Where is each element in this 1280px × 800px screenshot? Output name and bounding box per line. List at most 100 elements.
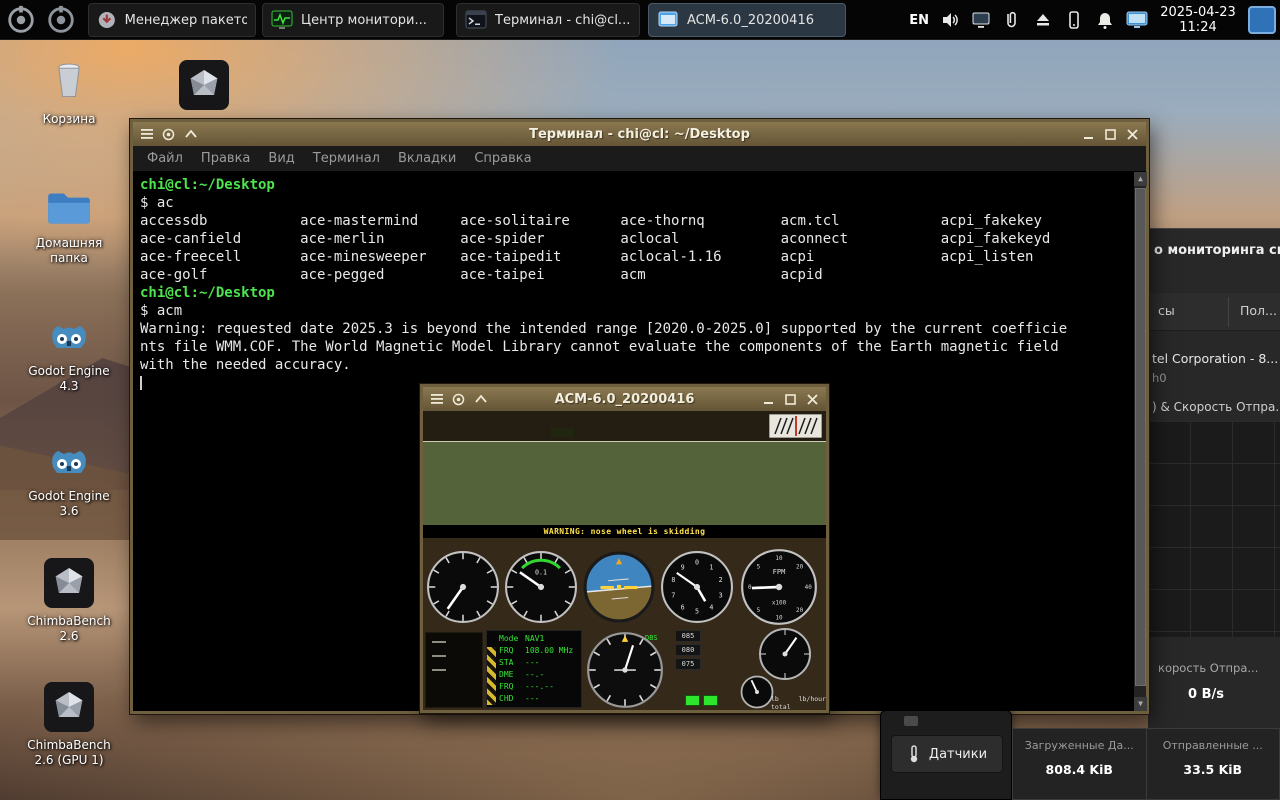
desktop-icon-home[interactable]: Домашняяпапка bbox=[23, 184, 115, 266]
svg-text:20: 20 bbox=[796, 564, 804, 571]
window-menu-icon[interactable] bbox=[429, 392, 444, 407]
network-device-name: tel Corporation - 8... bbox=[1152, 351, 1278, 366]
svg-text:0: 0 bbox=[695, 558, 699, 566]
desktop-icon-trash[interactable]: Корзина bbox=[23, 56, 115, 127]
svg-text:10: 10 bbox=[775, 615, 783, 622]
terminal-scrollbar[interactable]: ▲ ▼ bbox=[1133, 172, 1146, 711]
downloaded-value: 808.4 KiB bbox=[1013, 762, 1146, 777]
terminal-icon bbox=[465, 9, 487, 31]
display-settings-icon[interactable] bbox=[971, 10, 991, 30]
clock-time: 11:24 bbox=[1159, 20, 1237, 35]
desktop-icon-godot-43[interactable]: Godot Engine4.3 bbox=[23, 310, 115, 394]
acm-window: ACM-6.0_20200416 WARNING: nose wheel is … bbox=[420, 384, 829, 713]
uploaded-stat: Отправленные ... 33.5 KiB bbox=[1146, 729, 1280, 799]
compass bbox=[586, 631, 664, 709]
clock[interactable]: 2025-04-23 11:24 bbox=[1159, 5, 1237, 35]
maximize-button[interactable] bbox=[1103, 127, 1118, 142]
graph-section-header: ) & Скорость Отпра... bbox=[1152, 400, 1280, 414]
acm-titlebar[interactable]: ACM-6.0_20200416 bbox=[423, 387, 826, 411]
uploaded-value: 33.5 KiB bbox=[1147, 762, 1280, 777]
svg-text:1: 1 bbox=[709, 564, 713, 572]
menu-help[interactable]: Справка bbox=[474, 151, 531, 166]
volume-icon[interactable] bbox=[940, 10, 960, 30]
scroll-up-arrow[interactable]: ▲ bbox=[1134, 172, 1147, 186]
desktop-icon-label: ChimbaBench2.6 (GPU 1) bbox=[27, 738, 110, 768]
metal-gem-icon bbox=[44, 558, 94, 608]
completion-line: ace-canfield ace-merlin ace-spider acloc… bbox=[140, 230, 1126, 248]
system-tray: EN 2025-04-23 11:24 bbox=[909, 0, 1276, 40]
show-desktop-button[interactable] bbox=[1248, 6, 1276, 34]
desktop-icon-label: Домашняяпапка bbox=[36, 236, 102, 266]
eject-media-icon[interactable] bbox=[1033, 10, 1053, 30]
device-icon[interactable] bbox=[1064, 10, 1084, 30]
monitor-tray-icon[interactable] bbox=[1126, 10, 1148, 30]
menu-tabs[interactable]: Вкладки bbox=[398, 151, 456, 166]
fuel-flow-gauge bbox=[739, 674, 775, 710]
tde-logo-icon bbox=[5, 4, 37, 36]
session-icon[interactable] bbox=[451, 392, 466, 407]
monitor-tabs: сы Пол... bbox=[1148, 293, 1280, 331]
svg-text:3: 3 bbox=[719, 591, 723, 599]
clipboard-icon[interactable] bbox=[1002, 10, 1022, 30]
tachometer: 0.1 bbox=[504, 550, 578, 624]
terminal-menubar: Файл Правка Вид Терминал Вкладки Справка bbox=[133, 146, 1146, 172]
completion-line: ace-golf ace-pegged ace-taipei acm acpid bbox=[140, 266, 1126, 284]
sensors-button-label: Датчики bbox=[929, 747, 987, 762]
menu-terminal[interactable]: Терминал bbox=[313, 151, 380, 166]
downloaded-stat: Загруженные Да... 808.4 KiB bbox=[1013, 729, 1146, 799]
window-menu-icon[interactable] bbox=[139, 127, 154, 142]
shade-up-icon[interactable] bbox=[473, 392, 488, 407]
app-menu-button-2[interactable] bbox=[42, 3, 80, 37]
svg-text:40: 40 bbox=[805, 584, 813, 591]
system-monitor-icon bbox=[271, 9, 293, 31]
menu-edit[interactable]: Правка bbox=[201, 151, 250, 166]
scroll-down-arrow[interactable]: ▼ bbox=[1134, 697, 1147, 711]
svg-text:FPM: FPM bbox=[773, 567, 786, 576]
tab-resources[interactable]: сы bbox=[1158, 303, 1175, 318]
shade-up-icon[interactable] bbox=[183, 127, 198, 142]
keyboard-layout-indicator[interactable]: EN bbox=[909, 13, 929, 28]
minimize-button[interactable] bbox=[1081, 127, 1096, 142]
shell-prompt: chi@cl:~/Desktop bbox=[140, 177, 275, 193]
desktop-icon-label: Godot Engine3.6 bbox=[28, 489, 109, 519]
package-manager-icon bbox=[97, 9, 117, 31]
notifications-bell-icon[interactable] bbox=[1095, 10, 1115, 30]
taskbar-item-package-manager[interactable]: Менеджер пакето... bbox=[88, 3, 256, 37]
taskbar-item-terminal[interactable]: Терминал - chi@cl... bbox=[456, 3, 640, 37]
vertical-speed-indicator: FPM x100 0 5 10 20 40 20 10 5 bbox=[740, 548, 818, 626]
metal-gem-icon bbox=[44, 682, 94, 732]
dbs-label: DBS bbox=[645, 634, 658, 642]
tab-users[interactable]: Пол... bbox=[1240, 303, 1277, 318]
desktop-icon-label: Godot Engine4.3 bbox=[28, 364, 109, 394]
terminal-titlebar[interactable]: Терминал - chi@cl: ~/Desktop bbox=[133, 122, 1146, 146]
desktop-icon-chimbabench[interactable]: ChimbaBench2.6 bbox=[23, 558, 115, 644]
slip-indicator bbox=[769, 414, 822, 438]
desktop-icon-godot-36[interactable]: Godot Engine3.6 bbox=[23, 435, 115, 519]
terminal-cursor bbox=[140, 376, 142, 390]
distant-terrain-mark bbox=[551, 428, 573, 437]
desktop-icon-acm[interactable] bbox=[158, 60, 250, 110]
taskbar-item-acm[interactable]: ACM-6.0_20200416 bbox=[648, 3, 846, 37]
svg-text:5: 5 bbox=[757, 564, 761, 571]
app-menu-button[interactable] bbox=[2, 3, 40, 37]
minimize-button[interactable] bbox=[761, 392, 776, 407]
acm-warning-bar: WARNING: nose wheel is skidding bbox=[423, 525, 826, 538]
close-button[interactable] bbox=[1125, 127, 1140, 142]
taskbar-item-system-monitor[interactable]: Центр монитори... bbox=[262, 3, 444, 37]
svg-text:5: 5 bbox=[695, 608, 699, 616]
session-icon[interactable] bbox=[161, 127, 176, 142]
shell-prompt: chi@cl:~/Desktop bbox=[140, 285, 275, 301]
network-totals-panel: Загруженные Да... 808.4 KiB Отправленные… bbox=[1012, 728, 1280, 800]
menu-view[interactable]: Вид bbox=[268, 151, 294, 166]
svg-text:0: 0 bbox=[748, 584, 752, 591]
desktop-icon-chimbabench-gpu[interactable]: ChimbaBench2.6 (GPU 1) bbox=[23, 682, 115, 768]
close-button[interactable] bbox=[805, 392, 820, 407]
sensors-button[interactable]: Датчики bbox=[891, 735, 1003, 773]
godot-icon bbox=[44, 310, 94, 358]
network-graph bbox=[1148, 421, 1280, 637]
graph-legend: корость Отпра... bbox=[1158, 661, 1258, 675]
maximize-button[interactable] bbox=[783, 392, 798, 407]
scrollbar-thumb[interactable] bbox=[1135, 188, 1146, 686]
upload-speed-value: 0 B/s bbox=[1188, 687, 1224, 702]
menu-file[interactable]: Файл bbox=[147, 151, 183, 166]
